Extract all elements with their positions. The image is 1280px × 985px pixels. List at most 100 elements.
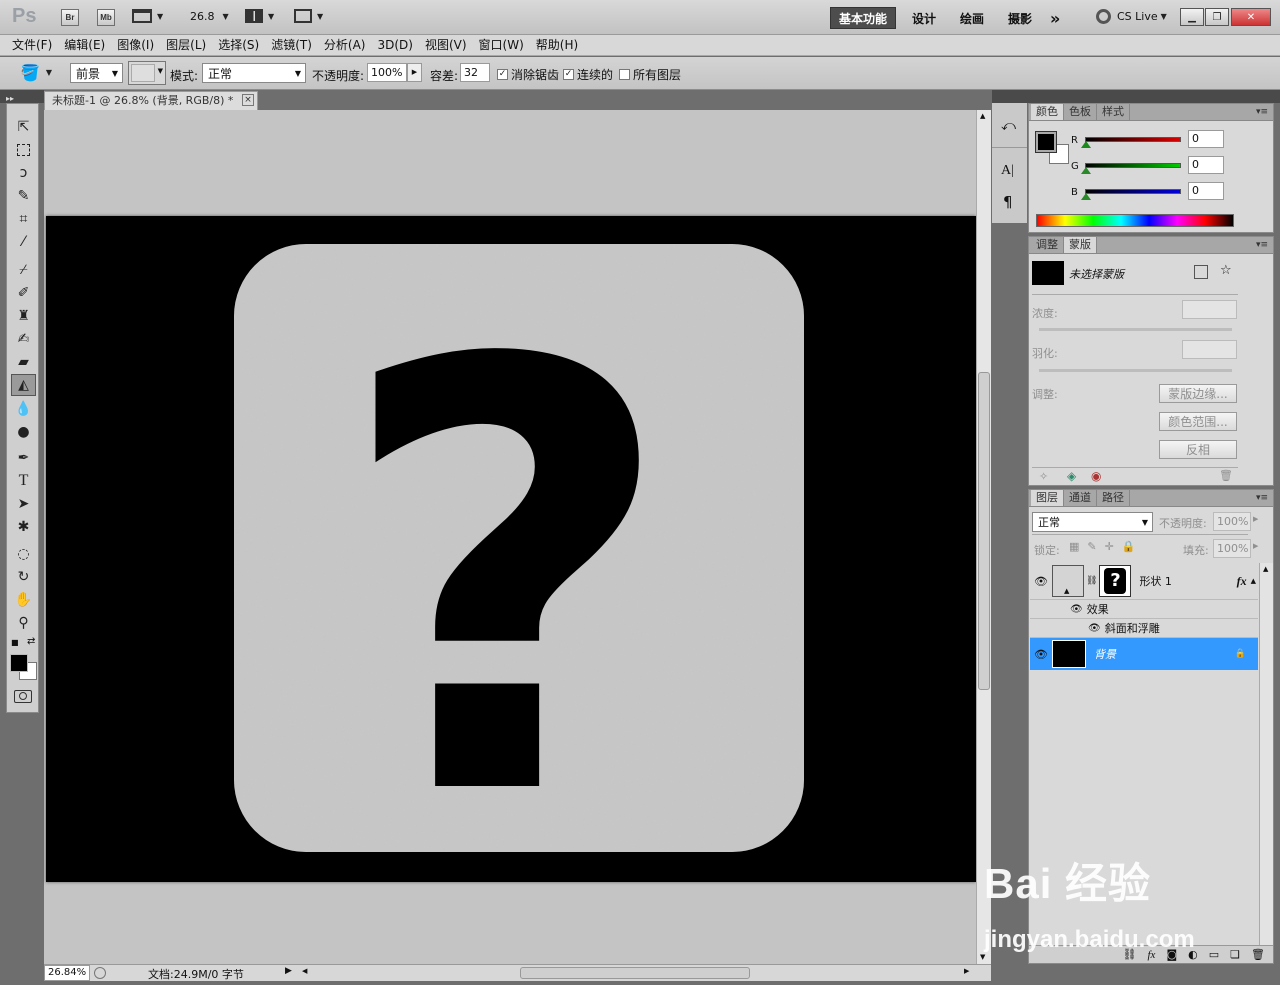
- close-tab-icon[interactable]: ×: [242, 94, 254, 106]
- arrange-documents-dropdown[interactable]: ▼: [245, 9, 274, 23]
- menu-layer[interactable]: 图层(L): [160, 35, 212, 56]
- arrow-right-icon[interactable]: ▶: [1253, 515, 1258, 523]
- opacity-input[interactable]: 100%: [367, 63, 407, 82]
- foreground-color-swatch[interactable]: [10, 654, 28, 672]
- layer-blend-mode-select[interactable]: 正常 ▼: [1032, 512, 1153, 532]
- tab-layers[interactable]: 图层: [1031, 490, 1064, 506]
- tab-swatches[interactable]: 色板: [1064, 104, 1097, 120]
- invert-button[interactable]: 反相: [1159, 440, 1237, 459]
- clone-stamp-tool[interactable]: ♜: [11, 305, 36, 327]
- add-pixel-mask-icon[interactable]: [1194, 265, 1208, 279]
- layer-row-background[interactable]: 👁 背景 🔒: [1030, 638, 1258, 670]
- tab-styles[interactable]: 样式: [1097, 104, 1130, 120]
- density-slider[interactable]: [1039, 328, 1232, 331]
- mask-edge-button[interactable]: 蒙版边缘...: [1159, 384, 1237, 403]
- 3d-rotate-tool[interactable]: ◌: [11, 543, 36, 565]
- character-panel-icon[interactable]: A|: [1001, 163, 1014, 179]
- arrow-right-icon[interactable]: ▶: [1253, 542, 1258, 550]
- minimize-button[interactable]: ▁: [1180, 8, 1204, 26]
- panel-menu-icon[interactable]: ▾≡: [1256, 493, 1268, 503]
- view-extras-dropdown[interactable]: ▼: [132, 9, 163, 23]
- menu-view[interactable]: 视图(V): [419, 35, 473, 56]
- delete-layer-icon[interactable]: 🗑: [1251, 948, 1265, 961]
- channel-b-input[interactable]: 0: [1188, 182, 1224, 200]
- disable-mask-icon[interactable]: ◉: [1091, 469, 1101, 483]
- lasso-tool[interactable]: ↄ: [11, 162, 36, 184]
- foreground-color-swatch[interactable]: [1036, 132, 1056, 152]
- new-layer-icon[interactable]: ❏: [1230, 948, 1240, 961]
- menu-edit[interactable]: 编辑(E): [58, 35, 111, 56]
- menu-filter[interactable]: 滤镜(T): [265, 35, 318, 56]
- new-group-icon[interactable]: ▭: [1209, 948, 1219, 961]
- density-input[interactable]: [1182, 300, 1237, 319]
- mini-bridge-button[interactable]: Mb: [97, 9, 115, 26]
- menu-select[interactable]: 选择(S): [212, 35, 265, 56]
- channel-r-thumb[interactable]: [1081, 141, 1091, 148]
- vertical-scroll-thumb[interactable]: [978, 372, 990, 690]
- arrow-up-icon[interactable]: ▲: [980, 112, 985, 120]
- menu-help[interactable]: 帮助(H): [530, 35, 584, 56]
- healing-brush-tool[interactable]: ⌿: [11, 259, 36, 281]
- status-info-icon[interactable]: [94, 967, 106, 979]
- tab-color[interactable]: 颜色: [1031, 104, 1064, 120]
- crop-tool[interactable]: ⌗: [11, 208, 36, 230]
- fill-input[interactable]: 100%: [1213, 539, 1251, 558]
- more-workspaces-button[interactable]: »: [1042, 7, 1068, 29]
- collapse-effects-icon[interactable]: ▲: [1251, 577, 1256, 585]
- layer-row-shape-1[interactable]: 👁 ▲ ⛓ ? 形状 1 fx ▲: [1030, 563, 1258, 600]
- tab-masks[interactable]: 蒙版: [1064, 237, 1097, 253]
- scroll-left-icon[interactable]: ◀: [302, 967, 307, 975]
- screen-mode-dropdown[interactable]: ▼: [294, 9, 323, 23]
- menu-file[interactable]: 文件(F): [6, 35, 58, 56]
- zoom-tool[interactable]: ⚲: [11, 612, 36, 634]
- layer-effect-bevel-row[interactable]: 👁 斜面和浮雕: [1030, 619, 1258, 638]
- 3d-orbit-tool[interactable]: ↻: [11, 566, 36, 588]
- panel-menu-icon[interactable]: ▾≡: [1256, 240, 1268, 250]
- eye-icon[interactable]: 👁: [1030, 648, 1052, 661]
- scroll-right-icon[interactable]: ▶: [964, 967, 969, 975]
- hand-tool[interactable]: ✋: [11, 589, 36, 611]
- tolerance-input[interactable]: 32: [460, 63, 490, 82]
- zoom-level-dropdown[interactable]: 26.8 ▼: [190, 10, 229, 23]
- color-range-button[interactable]: 颜色范围...: [1159, 412, 1237, 431]
- eraser-tool[interactable]: ▰: [11, 351, 36, 373]
- fill-source-select[interactable]: 前景 ▼: [70, 63, 123, 83]
- arrow-down-icon[interactable]: ▼: [980, 953, 985, 961]
- blend-mode-select[interactable]: 正常 ▼: [202, 63, 306, 83]
- bridge-button[interactable]: Br: [61, 9, 79, 26]
- all-layers-checkbox[interactable]: 所有图层: [619, 66, 681, 83]
- history-brush-tool[interactable]: ✍: [11, 328, 36, 350]
- panel-menu-icon[interactable]: ▾≡: [1256, 107, 1268, 117]
- menu-3d[interactable]: 3D(D): [371, 35, 418, 56]
- pen-tool[interactable]: ✒: [11, 447, 36, 469]
- delete-mask-icon[interactable]: 🗑: [1219, 469, 1233, 482]
- feather-slider[interactable]: [1039, 369, 1232, 372]
- eyedropper-tool[interactable]: ⁄: [11, 231, 36, 253]
- contiguous-checkbox[interactable]: ✓ 连续的: [563, 66, 613, 83]
- marquee-tool[interactable]: [11, 139, 36, 161]
- eye-icon[interactable]: 👁: [1088, 623, 1101, 634]
- lock-transparency-icon[interactable]: ▦: [1069, 540, 1079, 553]
- menu-analysis[interactable]: 分析(A): [318, 35, 372, 56]
- eye-icon[interactable]: 👁: [1030, 575, 1052, 588]
- workspace-essentials[interactable]: 基本功能: [830, 7, 897, 29]
- add-vector-mask-icon[interactable]: ☆: [1220, 263, 1232, 278]
- channel-g-slider[interactable]: [1085, 163, 1181, 168]
- move-tool[interactable]: ⇱: [11, 116, 36, 138]
- tool-preset-picker[interactable]: 🪣 ▼: [20, 63, 52, 82]
- lock-position-icon[interactable]: ✛: [1105, 540, 1114, 553]
- document-canvas[interactable]: ?: [46, 216, 976, 926]
- channel-r-input[interactable]: 0: [1188, 130, 1224, 148]
- tab-paths[interactable]: 路径: [1097, 490, 1130, 506]
- antialias-checkbox[interactable]: ✓ 消除锯齿: [497, 66, 559, 83]
- lock-all-icon[interactable]: 🔒: [1122, 540, 1136, 553]
- dodge-tool[interactable]: ●: [11, 421, 36, 443]
- eye-icon[interactable]: 👁: [1070, 604, 1083, 615]
- opacity-slider-button[interactable]: ▶: [407, 63, 422, 82]
- feather-input[interactable]: [1182, 340, 1237, 359]
- channel-b-slider[interactable]: [1085, 189, 1181, 194]
- restore-button[interactable]: ❐: [1205, 8, 1229, 26]
- brush-tool[interactable]: ✐: [11, 282, 36, 304]
- path-selection-tool[interactable]: ➤: [11, 493, 36, 515]
- quick-selection-tool[interactable]: ✎: [11, 185, 36, 207]
